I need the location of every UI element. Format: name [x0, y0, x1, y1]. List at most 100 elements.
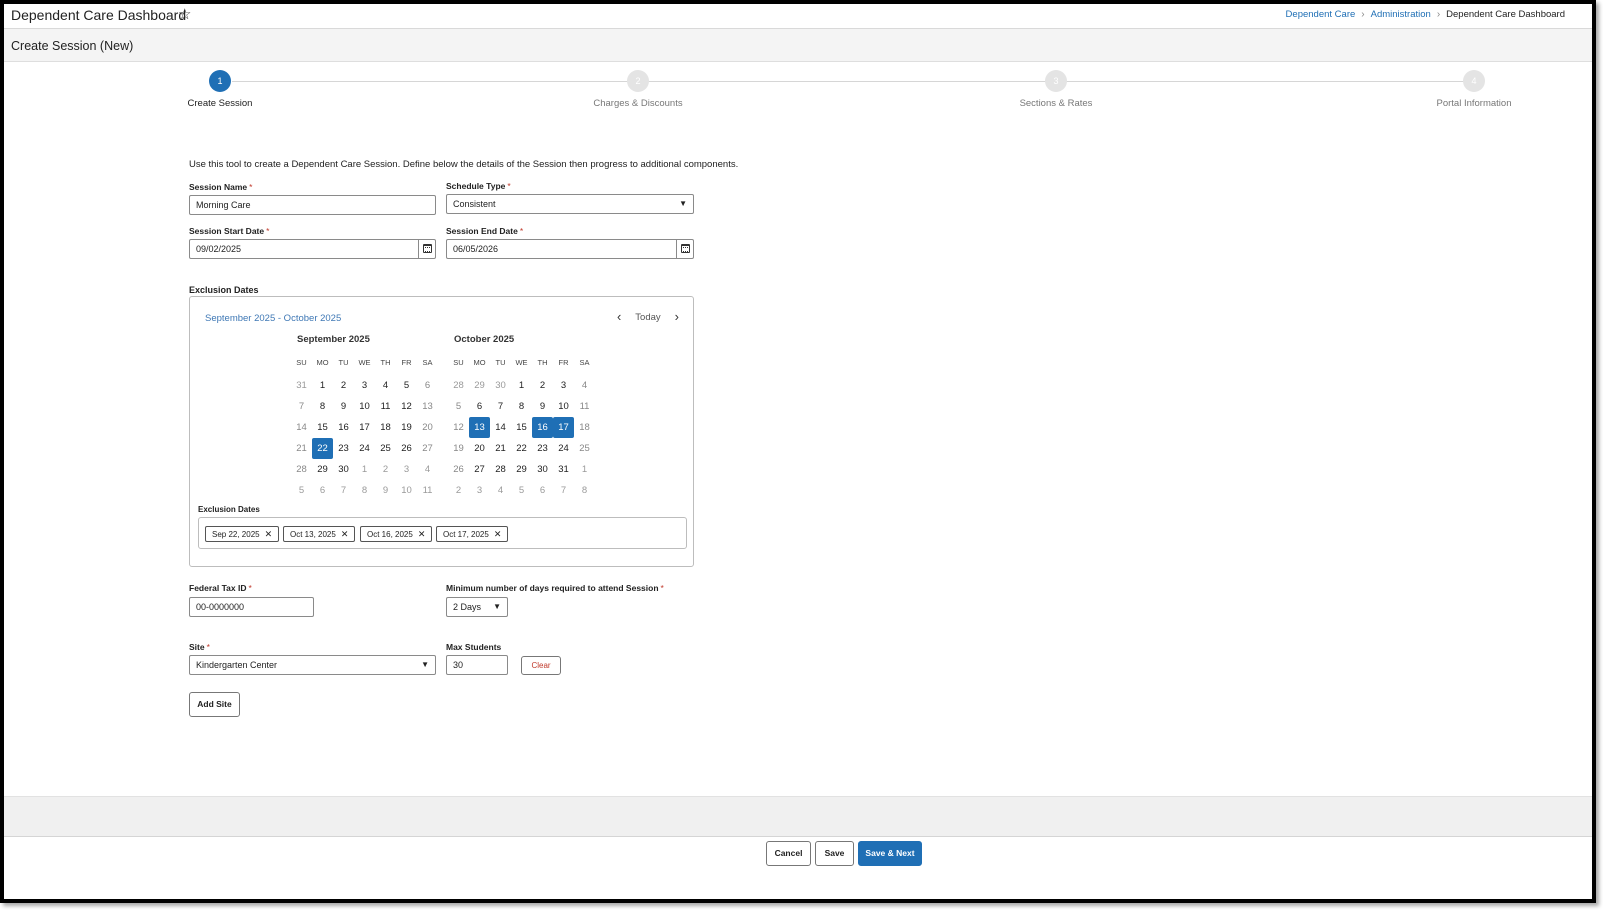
calendar-day[interactable]: 28: [291, 459, 312, 480]
calendar-day[interactable]: 19: [396, 417, 417, 438]
step-sections-rates[interactable]: 3 Sections & Rates: [986, 70, 1126, 109]
calendar-day[interactable]: 31: [291, 375, 312, 396]
close-icon[interactable]: ✕: [265, 529, 273, 539]
calendar-day[interactable]: 8: [312, 396, 333, 417]
chevron-left-icon[interactable]: ‹: [617, 310, 621, 323]
calendar-day[interactable]: 2: [375, 459, 396, 480]
calendar-day[interactable]: 6: [469, 396, 490, 417]
calendar-day[interactable]: 5: [396, 375, 417, 396]
calendar-day[interactable]: 4: [490, 480, 511, 501]
calendar-day[interactable]: 1: [312, 375, 333, 396]
calendar-day[interactable]: 29: [312, 459, 333, 480]
calendar-day[interactable]: 25: [375, 438, 396, 459]
star-icon[interactable]: ☆: [178, 5, 191, 23]
calendar-day[interactable]: 14: [291, 417, 312, 438]
calendar-day[interactable]: 24: [354, 438, 375, 459]
end-date-input[interactable]: 06/05/2026: [446, 239, 694, 259]
calendar-day[interactable]: 2: [448, 480, 469, 501]
calendar-day[interactable]: 10: [553, 396, 574, 417]
save-button[interactable]: Save: [815, 841, 854, 866]
schedule-type-select[interactable]: Consistent ▼: [446, 194, 694, 214]
calendar-day[interactable]: 6: [312, 480, 333, 501]
calendar-day[interactable]: 13: [469, 417, 490, 438]
calendar-day[interactable]: 30: [333, 459, 354, 480]
calendar-day[interactable]: 9: [375, 480, 396, 501]
calendar-day[interactable]: 8: [574, 480, 595, 501]
calendar-day[interactable]: 4: [417, 459, 438, 480]
calendar-day[interactable]: 31: [553, 459, 574, 480]
calendar-day[interactable]: 11: [417, 480, 438, 501]
calendar-day[interactable]: 6: [532, 480, 553, 501]
calendar-day[interactable]: 3: [469, 480, 490, 501]
calendar-day[interactable]: 9: [532, 396, 553, 417]
calendar-day[interactable]: 27: [469, 459, 490, 480]
calendar-day[interactable]: 30: [490, 375, 511, 396]
calendar-day[interactable]: 3: [354, 375, 375, 396]
calendar-day[interactable]: 8: [511, 396, 532, 417]
add-site-button[interactable]: Add Site: [189, 692, 240, 717]
close-icon[interactable]: ✕: [494, 529, 502, 539]
calendar-day[interactable]: 29: [469, 375, 490, 396]
save-and-next-button[interactable]: Save & Next: [858, 841, 922, 866]
calendar-day[interactable]: 5: [511, 480, 532, 501]
calendar-day[interactable]: 28: [490, 459, 511, 480]
calendar-day[interactable]: 7: [333, 480, 354, 501]
step-create-session[interactable]: 1 Create Session: [150, 70, 290, 109]
close-icon[interactable]: ✕: [418, 529, 426, 539]
exclusion-chips-field[interactable]: Sep 22, 2025 ✕ Oct 13, 2025 ✕ Oct 16, 2025…: [198, 517, 687, 549]
step-charges-discounts[interactable]: 2 Charges & Discounts: [568, 70, 708, 109]
calendar-day[interactable]: 23: [532, 438, 553, 459]
calendar-day[interactable]: 21: [291, 438, 312, 459]
calendar-day[interactable]: 24: [553, 438, 574, 459]
calendar-day[interactable]: 19: [448, 438, 469, 459]
step-portal-information[interactable]: 4 Portal Information: [1404, 70, 1544, 109]
calendar-day[interactable]: 3: [396, 459, 417, 480]
start-date-input[interactable]: 09/02/2025: [189, 239, 436, 259]
calendar-day[interactable]: 11: [574, 396, 595, 417]
calendar-day[interactable]: 3: [553, 375, 574, 396]
calendar-day[interactable]: 20: [417, 417, 438, 438]
calendar-day[interactable]: 26: [448, 459, 469, 480]
calendar-day[interactable]: 2: [333, 375, 354, 396]
today-button[interactable]: Today: [635, 312, 660, 323]
calendar-day[interactable]: 10: [354, 396, 375, 417]
calendar-day[interactable]: 4: [574, 375, 595, 396]
chevron-right-icon[interactable]: ›: [675, 310, 679, 323]
calendar-day[interactable]: 15: [312, 417, 333, 438]
calendar-day[interactable]: 6: [417, 375, 438, 396]
calendar-day[interactable]: 7: [553, 480, 574, 501]
calendar-day[interactable]: 22: [312, 438, 333, 459]
cancel-button[interactable]: Cancel: [766, 841, 811, 866]
calendar-day[interactable]: 30: [532, 459, 553, 480]
calendar-day[interactable]: 26: [396, 438, 417, 459]
calendar-day[interactable]: 1: [574, 459, 595, 480]
calendar-day[interactable]: 13: [417, 396, 438, 417]
calendar-day[interactable]: 9: [333, 396, 354, 417]
calendar-day[interactable]: 1: [354, 459, 375, 480]
breadcrumb-administration[interactable]: Administration: [1371, 9, 1431, 20]
calendar-day[interactable]: 5: [448, 396, 469, 417]
calendar-day[interactable]: 20: [469, 438, 490, 459]
calendar-day[interactable]: 4: [375, 375, 396, 396]
session-name-input[interactable]: Morning Care: [189, 195, 436, 215]
calendar-day[interactable]: 17: [553, 417, 574, 438]
calendar-day[interactable]: 16: [532, 417, 553, 438]
calendar-day[interactable]: 18: [375, 417, 396, 438]
calendar-day[interactable]: 22: [511, 438, 532, 459]
max-students-input[interactable]: 30: [446, 655, 508, 675]
calendar-day[interactable]: 11: [375, 396, 396, 417]
calendar-day[interactable]: 1: [511, 375, 532, 396]
calendar-day[interactable]: 29: [511, 459, 532, 480]
calendar-day[interactable]: 5: [291, 480, 312, 501]
calendar-day[interactable]: 16: [333, 417, 354, 438]
calendar-button[interactable]: [676, 240, 693, 258]
calendar-day[interactable]: 21: [490, 438, 511, 459]
calendar-button[interactable]: [418, 240, 435, 258]
calendar-day[interactable]: 10: [396, 480, 417, 501]
clear-button[interactable]: Clear: [521, 656, 561, 675]
calendar-day[interactable]: 12: [396, 396, 417, 417]
close-icon[interactable]: ✕: [341, 529, 349, 539]
calendar-day[interactable]: 8: [354, 480, 375, 501]
min-days-select[interactable]: 2 Days ▼: [446, 597, 508, 617]
calendar-day[interactable]: 7: [490, 396, 511, 417]
